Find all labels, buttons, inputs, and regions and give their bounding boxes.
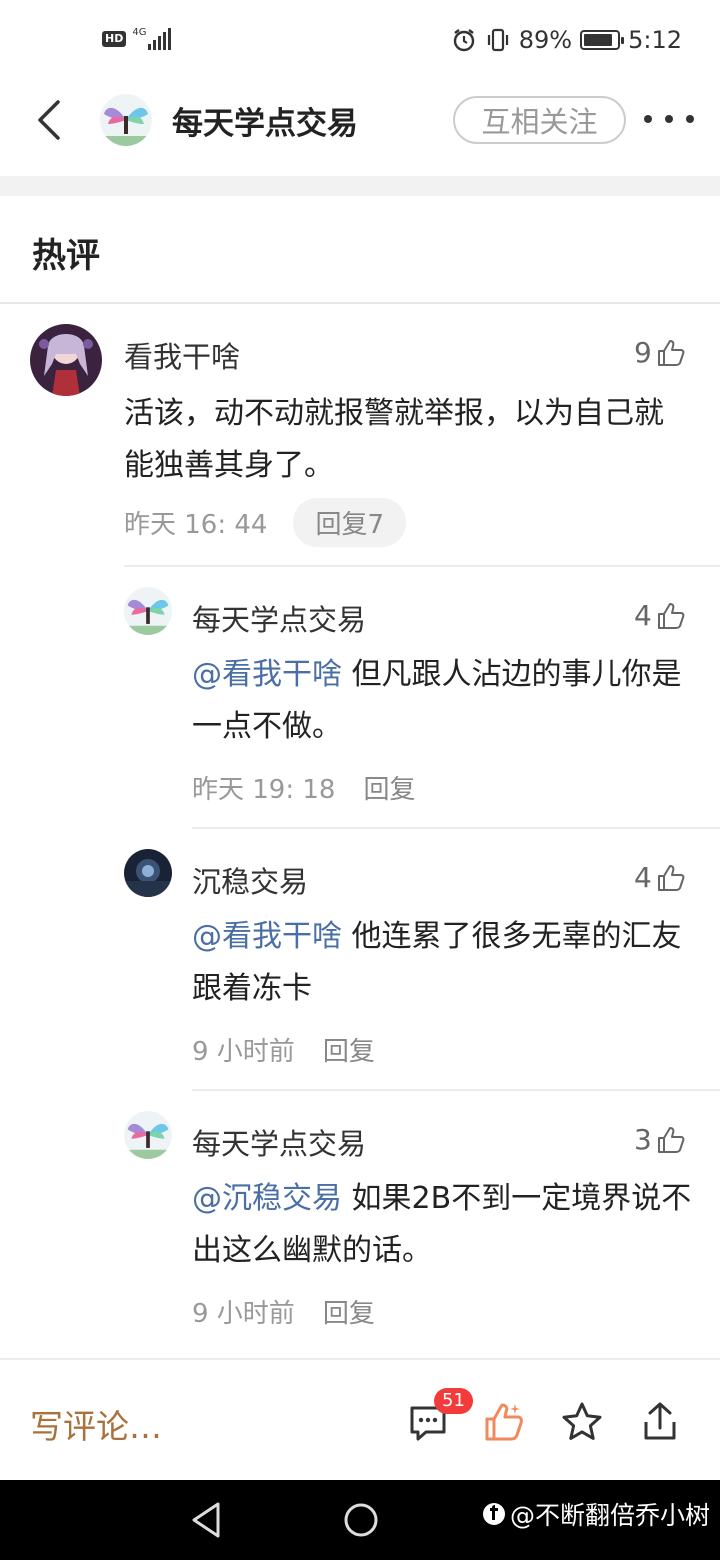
- system-nav-bar: @不断翻倍乔小树: [0, 1480, 720, 1560]
- thumbs-up-icon: [657, 1126, 685, 1153]
- reply-meta: 9 小时前 回复: [192, 1031, 375, 1068]
- status-left: HD 4G: [102, 27, 172, 50]
- reply-author[interactable]: 每天学点交易: [192, 597, 366, 639]
- reply-button[interactable]: 回复: [323, 1031, 375, 1068]
- section-title: 热评: [32, 236, 100, 276]
- author-avatar[interactable]: [100, 94, 152, 146]
- action-bar: 写评论… 51: [0, 1358, 720, 1480]
- like-count: 3: [634, 1123, 652, 1156]
- comment-count-badge: 51: [434, 1388, 473, 1414]
- reply-avatar[interactable]: [124, 587, 172, 635]
- back-button[interactable]: [30, 98, 70, 142]
- nav-home-icon[interactable]: [342, 1500, 380, 1540]
- reply-time: 昨天 19: 18: [192, 775, 336, 805]
- follow-button[interactable]: 互相关注: [453, 96, 626, 144]
- reply-text: @看我干啥 他连累了很多无辜的汇友跟着冻卡: [192, 911, 692, 1015]
- like-count: 4: [634, 861, 652, 894]
- like-count: 9: [634, 336, 652, 369]
- share-button[interactable]: [638, 1400, 682, 1444]
- thumbs-up-icon: [657, 602, 685, 629]
- commenter-avatar[interactable]: [30, 324, 102, 396]
- reply-time: 9 小时前: [192, 1037, 295, 1067]
- header-title: 每天学点交易: [172, 106, 358, 142]
- reply-item: 每天学点交易 4 @看我干啥 但凡跟人沾边的事儿你是一点不做。 昨天 19: 1…: [0, 567, 720, 829]
- reply-time: 9 小时前: [192, 1299, 295, 1329]
- battery-icon: [580, 30, 625, 50]
- header: 每天学点交易 互相关注: [0, 84, 720, 176]
- reply-avatar[interactable]: [124, 1111, 172, 1159]
- like-button[interactable]: 9: [634, 336, 686, 369]
- thumbs-up-icon: [657, 864, 685, 891]
- network-type: 4G: [132, 27, 147, 38]
- battery-fill: [584, 34, 613, 46]
- status-right: 89% 5:12: [451, 26, 682, 54]
- status-bar: HD 4G 89% 5:12: [0, 0, 720, 84]
- like-button[interactable]: 4: [634, 599, 686, 632]
- mention-link[interactable]: @看我干啥: [192, 657, 342, 692]
- watermark: @不断翻倍乔小树: [482, 1496, 710, 1532]
- share-icon: [644, 1402, 676, 1440]
- app-logo-icon: [483, 1503, 505, 1525]
- clock: 5:12: [628, 26, 682, 54]
- comment-meta: 昨天 16: 44 回复7: [124, 498, 407, 547]
- reply-button[interactable]: 回复: [363, 769, 415, 806]
- reply-meta: 9 小时前 回复: [192, 1293, 375, 1330]
- reply-text: @看我干啥 但凡跟人沾边的事儿你是一点不做。: [192, 649, 692, 753]
- like-button[interactable]: 3: [634, 1123, 686, 1156]
- comment-text: 活该，动不动就报警就举报，以为自己就能独善其身了。: [124, 396, 664, 483]
- alarm-icon: [453, 29, 474, 52]
- signal-icon: 4G: [132, 27, 172, 50]
- like-button[interactable]: 4: [634, 861, 686, 894]
- comment-author[interactable]: 看我干啥: [124, 334, 240, 376]
- like-article-button[interactable]: [482, 1400, 526, 1444]
- separator-band: [0, 176, 720, 196]
- reply-author[interactable]: 沉稳交易: [192, 859, 308, 901]
- mention-link[interactable]: @看我干啥: [192, 919, 342, 954]
- reply-avatar[interactable]: [124, 849, 172, 897]
- more-icon[interactable]: [644, 104, 694, 134]
- reply-item: 每天学点交易 3 @沉稳交易 如果2B不到一定境界说不出这么幽默的话。 9 小时…: [0, 1091, 720, 1353]
- back-icon: [38, 100, 60, 140]
- reply-button[interactable]: 回复: [323, 1293, 375, 1330]
- write-comment-input[interactable]: 写评论…: [30, 1400, 162, 1448]
- like-count: 4: [634, 599, 652, 632]
- reply-item: 沉稳交易 4 @看我干啥 他连累了很多无辜的汇友跟着冻卡 9 小时前 回复: [0, 829, 720, 1091]
- mention-link[interactable]: @沉稳交易: [192, 1181, 342, 1216]
- reply-button[interactable]: 回复7: [293, 498, 407, 547]
- reply-meta: 昨天 19: 18 回复: [192, 769, 415, 806]
- favorite-button[interactable]: [560, 1400, 604, 1444]
- battery-percent: 89%: [518, 26, 573, 54]
- comment-time: 昨天 16: 44: [124, 510, 268, 540]
- thumbs-up-icon: [485, 1403, 523, 1441]
- vibrate-icon: [487, 28, 508, 52]
- watermark-text: @不断翻倍乔小树: [510, 1501, 711, 1530]
- reply-author[interactable]: 每天学点交易: [192, 1121, 366, 1163]
- thumbs-up-icon: [657, 339, 685, 366]
- reply-text: @沉稳交易 如果2B不到一定境界说不出这么幽默的话。: [192, 1173, 702, 1277]
- star-icon: [562, 1402, 602, 1440]
- nav-back-icon[interactable]: [188, 1500, 224, 1540]
- hd-badge: HD: [102, 31, 127, 47]
- comment: 看我干啥 9 活该，动不动就报警就举报，以为自己就能独善其身了。 昨天 16: …: [0, 304, 720, 566]
